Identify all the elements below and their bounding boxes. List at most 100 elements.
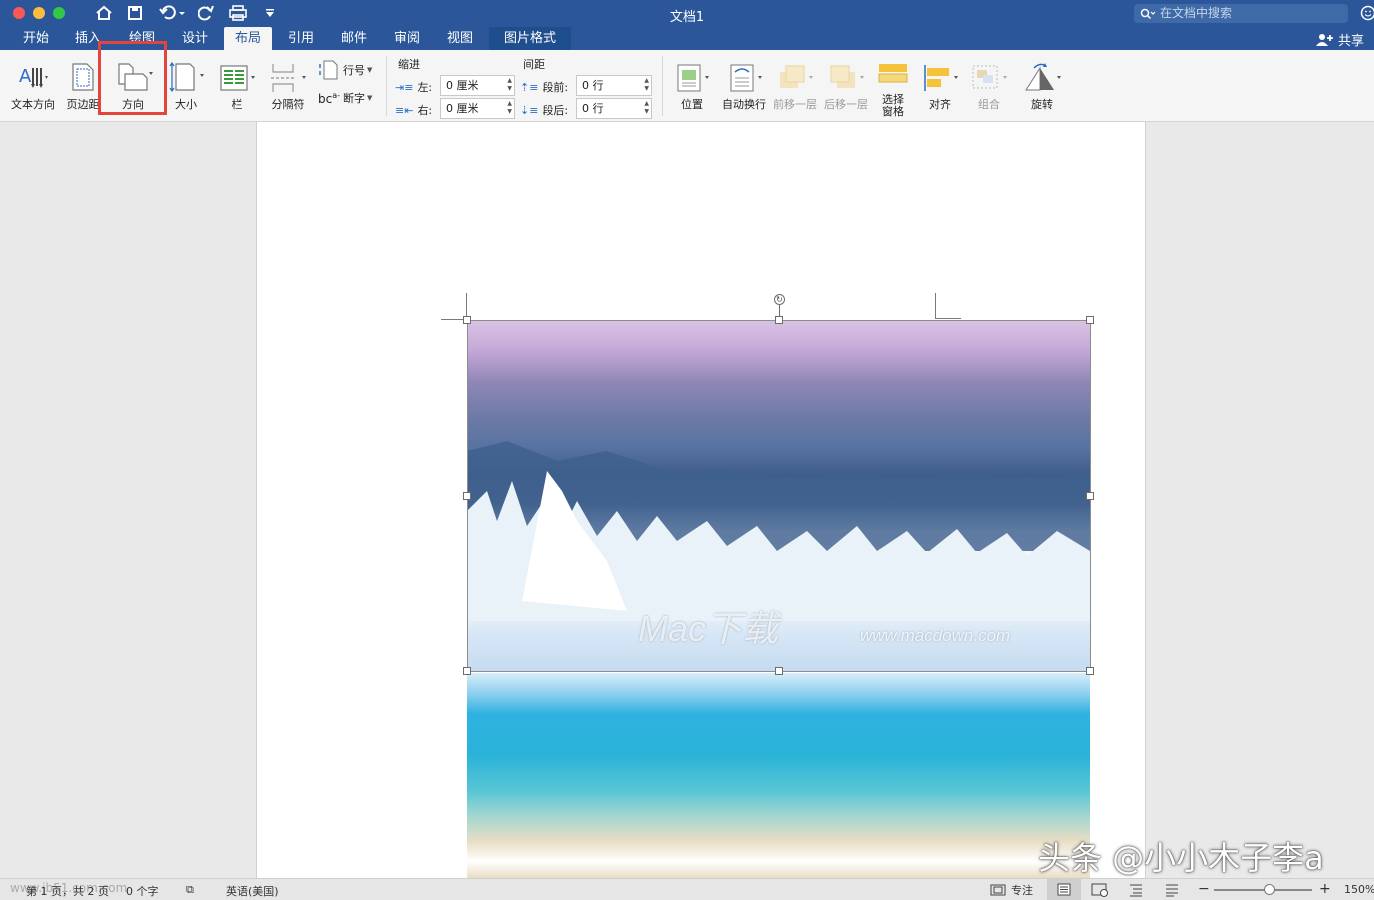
indent-right-label: 右:: [417, 104, 433, 117]
focus-icon: [990, 884, 1006, 896]
columns-button[interactable]: 栏: [214, 54, 260, 112]
rotate-handle-icon[interactable]: ↻: [774, 294, 785, 305]
beach-image[interactable]: [467, 673, 1090, 878]
wrap-text-button[interactable]: 自动换行: [718, 54, 770, 112]
spinner-arrows-icon[interactable]: ▲ ▼: [644, 100, 649, 116]
send-backward-icon: [822, 54, 870, 92]
zoom-slider-knob[interactable]: [1264, 884, 1275, 895]
word-count[interactable]: 0 个字: [126, 883, 159, 899]
spacing-before-row: ⇡≡ 段前:: [520, 79, 568, 95]
crop-mark: [935, 293, 936, 318]
language-status[interactable]: 英语(美国): [226, 883, 279, 899]
spacing-before-label: 段前:: [542, 81, 569, 94]
rotate-label: 旋转: [1031, 98, 1053, 111]
rotate-button[interactable]: 旋转: [1018, 54, 1066, 112]
bring-forward-label: 前移一层: [773, 98, 817, 111]
tab-view[interactable]: 视图: [437, 27, 483, 50]
align-icon: [919, 54, 961, 92]
web-layout-view-icon[interactable]: [1083, 879, 1117, 900]
indent-right-icon: ≡⇤: [395, 103, 414, 117]
zoom-in-button[interactable]: +: [1319, 881, 1331, 897]
title-bar: 文档1 在文档中搜索: [0, 0, 1374, 27]
text-direction-button[interactable]: A 文本方向: [8, 54, 58, 112]
position-label: 位置: [681, 98, 703, 111]
spacing-after-row: ⇣≡ 段后:: [520, 102, 568, 118]
page-count[interactable]: 第 1 页，共 2 页: [26, 883, 109, 899]
line-numbers-icon: [319, 60, 338, 80]
margins-icon: [63, 54, 103, 92]
spinner-arrows-icon[interactable]: ▲ ▼: [507, 100, 512, 116]
focus-button[interactable]: 专注: [990, 882, 1033, 898]
resize-handle[interactable]: [463, 492, 471, 500]
resize-handle[interactable]: [1086, 316, 1094, 324]
ribbon-separator: [386, 56, 387, 116]
indent-left-input[interactable]: 0 厘米 ▲ ▼: [440, 75, 515, 96]
indent-right-input[interactable]: 0 厘米 ▲ ▼: [440, 98, 515, 119]
image-watermark-url: www.macdown.com: [860, 626, 1011, 645]
tab-layout[interactable]: 布局: [224, 27, 272, 50]
tab-picture-format[interactable]: 图片格式: [489, 27, 571, 50]
status-bar: www.jb51.com.com 第 1 页，共 2 页 0 个字 ⧉ 英语(美…: [0, 878, 1374, 900]
add-person-icon: [1316, 34, 1333, 46]
crop-mark: [935, 318, 961, 319]
resize-handle[interactable]: [775, 667, 783, 675]
breaks-button[interactable]: 分隔符: [266, 54, 310, 112]
indent-title: 缩进: [398, 58, 420, 71]
size-icon: [166, 54, 206, 92]
line-numbers-button[interactable]: 行号 ▼: [318, 60, 378, 80]
spacing-after-value: 0 行: [582, 102, 604, 115]
line-numbers-label: 行号: [343, 64, 365, 77]
selection-pane-label-line2: 窗格: [882, 105, 904, 118]
zoom-slider-track[interactable]: [1214, 889, 1312, 891]
tab-references[interactable]: 引用: [278, 27, 324, 50]
group-icon: [968, 54, 1010, 92]
overlay-credit-text: 头条 @小小木子李a: [1038, 839, 1324, 877]
print-layout-view-icon[interactable]: [1047, 879, 1081, 900]
selection-pane-label: 选择 窗格: [873, 94, 913, 118]
smiley-feedback-icon[interactable]: [1360, 5, 1374, 24]
indent-right-row: ≡⇤ 右:: [395, 102, 432, 118]
tab-home[interactable]: 开始: [14, 27, 58, 50]
share-button[interactable]: 共享: [1316, 30, 1364, 49]
proofing-icon[interactable]: ⧉: [186, 883, 194, 897]
columns-label: 栏: [231, 98, 243, 111]
tab-mailings[interactable]: 邮件: [331, 27, 377, 50]
align-button[interactable]: 对齐: [919, 54, 961, 112]
hyphenation-button[interactable]: bca- 断字 ▼: [318, 90, 378, 106]
focus-label: 专注: [1011, 884, 1033, 897]
selection-pane-button[interactable]: 选择 窗格: [873, 54, 913, 118]
spacing-after-input[interactable]: 0 行 ▲ ▼: [576, 98, 652, 119]
spinner-arrows-icon[interactable]: ▲ ▼: [507, 77, 512, 93]
zoom-out-button[interactable]: −: [1198, 881, 1210, 897]
bring-forward-button[interactable]: 前移一层: [772, 54, 818, 112]
send-backward-button[interactable]: 后移一层: [822, 54, 870, 112]
tab-design[interactable]: 设计: [172, 27, 218, 50]
size-label: 大小: [175, 98, 197, 111]
wrap-text-label: 自动换行: [722, 98, 766, 111]
text-direction-label: 文本方向: [11, 98, 55, 111]
outline-view-icon[interactable]: [1119, 879, 1153, 900]
position-button[interactable]: 位置: [672, 54, 712, 112]
resize-handle[interactable]: [463, 667, 471, 675]
tab-review[interactable]: 审阅: [384, 27, 430, 50]
orientation-highlight-box: [98, 41, 167, 115]
hyphenation-label: 断字: [343, 92, 365, 105]
resize-handle[interactable]: [775, 316, 783, 324]
send-backward-label: 后移一层: [824, 98, 868, 111]
ribbon-separator: [662, 56, 663, 116]
search-placeholder: 在文档中搜索: [1160, 6, 1233, 20]
size-button[interactable]: 大小: [166, 54, 206, 112]
resize-handle[interactable]: [1086, 667, 1094, 675]
spinner-arrows-icon[interactable]: ▲ ▼: [644, 77, 649, 93]
position-icon: [672, 54, 712, 92]
margins-button[interactable]: 页边距: [63, 54, 103, 112]
zoom-level[interactable]: 150%: [1344, 883, 1374, 896]
spacing-before-input[interactable]: 0 行 ▲ ▼: [576, 75, 652, 96]
draft-view-icon[interactable]: [1155, 879, 1189, 900]
resize-handle[interactable]: [1086, 492, 1094, 500]
snow-forest-image[interactable]: [467, 321, 1090, 671]
search-input[interactable]: 在文档中搜索: [1134, 4, 1348, 23]
spacing-title: 间距: [523, 58, 545, 71]
resize-handle[interactable]: [463, 316, 471, 324]
group-button[interactable]: 组合: [968, 54, 1010, 112]
